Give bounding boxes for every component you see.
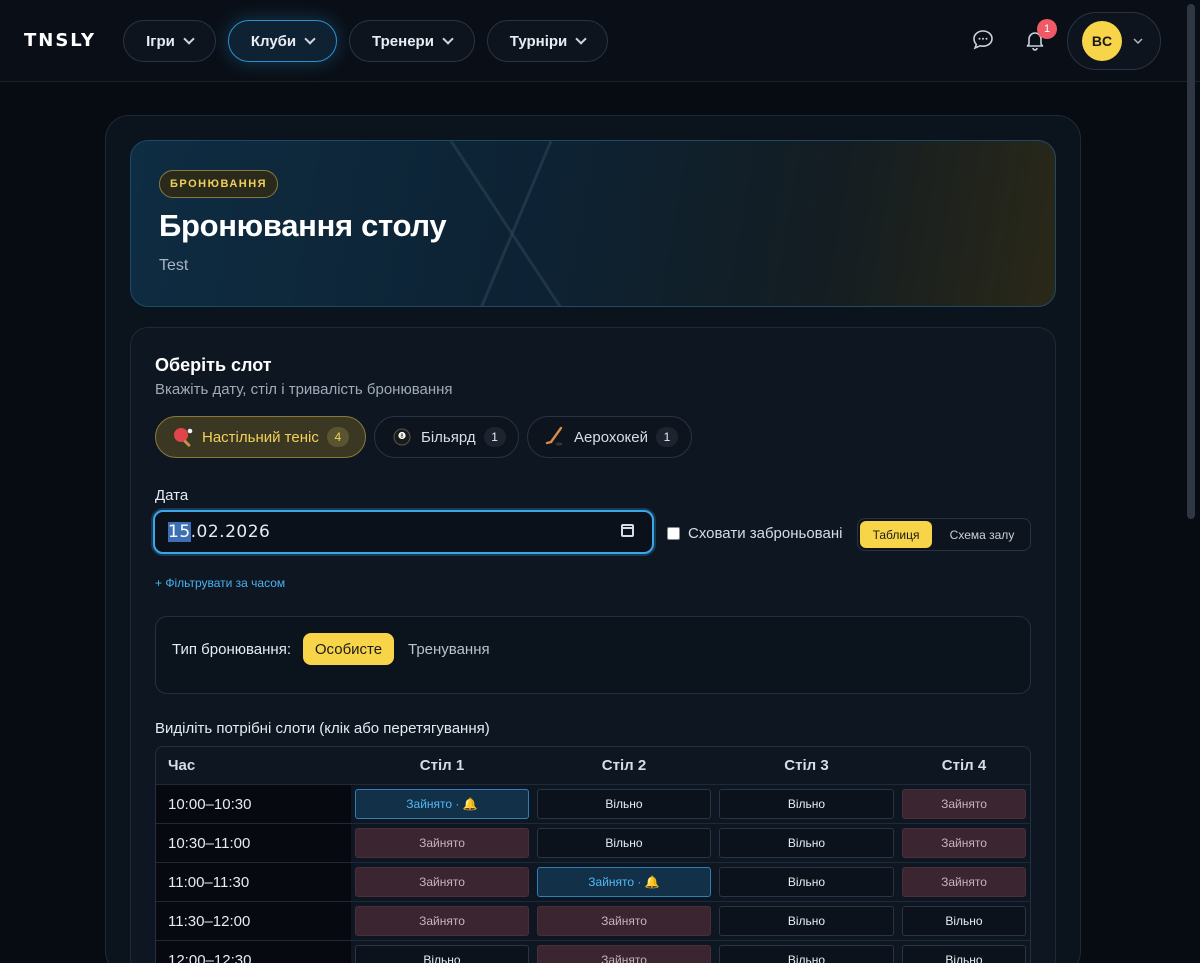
- category-billiards[interactable]: 8 Більярд 1: [374, 416, 519, 458]
- category-label: Більярд: [421, 428, 476, 446]
- nav-games-menu[interactable]: Ігри: [123, 20, 216, 62]
- hide-booked-checkbox[interactable]: [667, 527, 680, 540]
- notification-badge: 1: [1037, 19, 1057, 39]
- panel-title: Оберіть слот: [155, 355, 272, 375]
- nav-clubs-menu[interactable]: Клуби: [228, 20, 337, 62]
- nav-tournaments-label: Турніри: [509, 32, 568, 50]
- slot-cell-table-2[interactable]: Вільно: [537, 828, 711, 858]
- slot-cell-table-4[interactable]: Зайнято: [902, 828, 1026, 858]
- time-cell: 11:30–12:00: [156, 902, 351, 941]
- time-cell: 12:00–12:30: [156, 941, 351, 963]
- club-name: Test: [159, 257, 189, 274]
- booking-type-personal-button[interactable]: Особисте: [303, 633, 394, 665]
- category-table-tennis[interactable]: Настільний теніс 4: [155, 416, 366, 458]
- filter-by-time-link[interactable]: + Фільтрувати за часом: [155, 576, 285, 590]
- billiard-ball-icon: 8: [393, 428, 411, 446]
- app-logo[interactable]: TNSLY: [24, 30, 96, 51]
- slot-cell-table-3[interactable]: Вільно: [719, 945, 894, 963]
- slot-cell-table-1[interactable]: Зайнято: [355, 828, 529, 858]
- nav-games-label: Ігри: [146, 32, 175, 50]
- category-air-hockey[interactable]: Аерохокей 1: [527, 416, 692, 458]
- slot-cell-table-3[interactable]: Вільно: [719, 789, 894, 819]
- hide-booked-label[interactable]: Сховати заброньовані: [688, 525, 842, 542]
- nav-tournaments-menu[interactable]: Турніри: [487, 20, 608, 62]
- avatar[interactable]: BC: [1082, 21, 1122, 61]
- category-count: 1: [656, 427, 678, 447]
- slot-cell-table-2[interactable]: Зайнято · 🔔: [537, 867, 711, 897]
- chevron-down-icon: [575, 33, 587, 45]
- top-navigation: TNSLY Ігри Клуби Тренери Турніри 1 BC: [0, 0, 1200, 82]
- slot-cell-table-2[interactable]: Зайнято: [537, 906, 711, 936]
- category-count: 4: [326, 427, 349, 447]
- slot-cell-table-4[interactable]: Вільно: [902, 945, 1026, 963]
- page-scrollbar[interactable]: [1187, 4, 1195, 519]
- section-tag: БРОНЮВАННЯ: [159, 170, 279, 198]
- category-count: 1: [483, 427, 506, 447]
- slot-cell-table-2[interactable]: Вільно: [537, 789, 711, 819]
- svg-text:8: 8: [400, 433, 403, 439]
- ping-pong-icon: [174, 428, 193, 447]
- chevron-down-icon: [304, 33, 316, 45]
- view-table-button[interactable]: Таблиця: [860, 521, 932, 548]
- column-header-time: Час: [168, 757, 196, 774]
- column-header-table-1: Стіл 1: [419, 757, 465, 774]
- slot-cell-table-1[interactable]: Вільно: [355, 945, 529, 963]
- slots-table: Час Стіл 1 Стіл 2 Стіл 3 Стіл 4 10:00–10…: [155, 746, 1031, 963]
- slot-cell-table-3[interactable]: Вільно: [719, 828, 894, 858]
- chevron-down-icon[interactable]: [1133, 37, 1143, 45]
- time-cell: 10:00–10:30: [156, 785, 351, 824]
- nav-coaches-menu[interactable]: Тренери: [349, 20, 475, 62]
- nav-clubs-label: Клуби: [250, 32, 297, 50]
- chevron-down-icon: [183, 33, 195, 45]
- date-label: Дата: [155, 487, 189, 504]
- slot-cell-table-3[interactable]: Вільно: [719, 906, 894, 936]
- slot-cell-table-4[interactable]: Зайнято: [902, 789, 1026, 819]
- category-label: Настільний теніс: [202, 428, 319, 446]
- chevron-down-icon: [442, 33, 454, 45]
- slot-cell-table-2[interactable]: Зайнято: [537, 945, 711, 963]
- nav-coaches-label: Тренери: [372, 32, 434, 50]
- hockey-stick-icon: [545, 426, 563, 446]
- panel-subtitle: Вкажіть дату, стіл і тривалість бронюван…: [155, 381, 453, 398]
- slot-cell-table-1[interactable]: Зайнято: [355, 906, 529, 936]
- page-title: Бронювання столу: [159, 208, 447, 243]
- column-header-table-2: Стіл 2: [601, 757, 647, 774]
- slot-cell-table-3[interactable]: Вільно: [719, 867, 894, 897]
- column-header-table-4: Стіл 4: [941, 757, 987, 774]
- slot-cell-table-4[interactable]: Вільно: [902, 906, 1026, 936]
- column-header-table-3: Стіл 3: [784, 757, 829, 774]
- slot-cell-table-4[interactable]: Зайнято: [902, 867, 1026, 897]
- time-cell: 11:00–11:30: [156, 863, 351, 902]
- date-input[interactable]: 15.02.2026: [153, 510, 654, 554]
- category-label: Аерохокей: [574, 428, 648, 446]
- date-rest-segment[interactable]: .02.2026: [191, 522, 271, 542]
- view-scheme-button[interactable]: Схема залу: [936, 521, 1028, 548]
- booking-type-training-button[interactable]: Тренування: [408, 641, 490, 658]
- booking-type-label: Тип бронювання:: [172, 641, 291, 658]
- calendar-icon[interactable]: [621, 524, 634, 537]
- chat-icon[interactable]: [971, 28, 995, 52]
- slot-cell-table-1[interactable]: Зайнято: [355, 867, 529, 897]
- slots-hint: Виділіть потрібні слоти (клік або перетя…: [155, 720, 490, 737]
- time-cell: 10:30–11:00: [156, 824, 351, 863]
- date-day-segment[interactable]: 15: [168, 522, 191, 542]
- slot-cell-table-1[interactable]: Зайнято · 🔔: [355, 789, 529, 819]
